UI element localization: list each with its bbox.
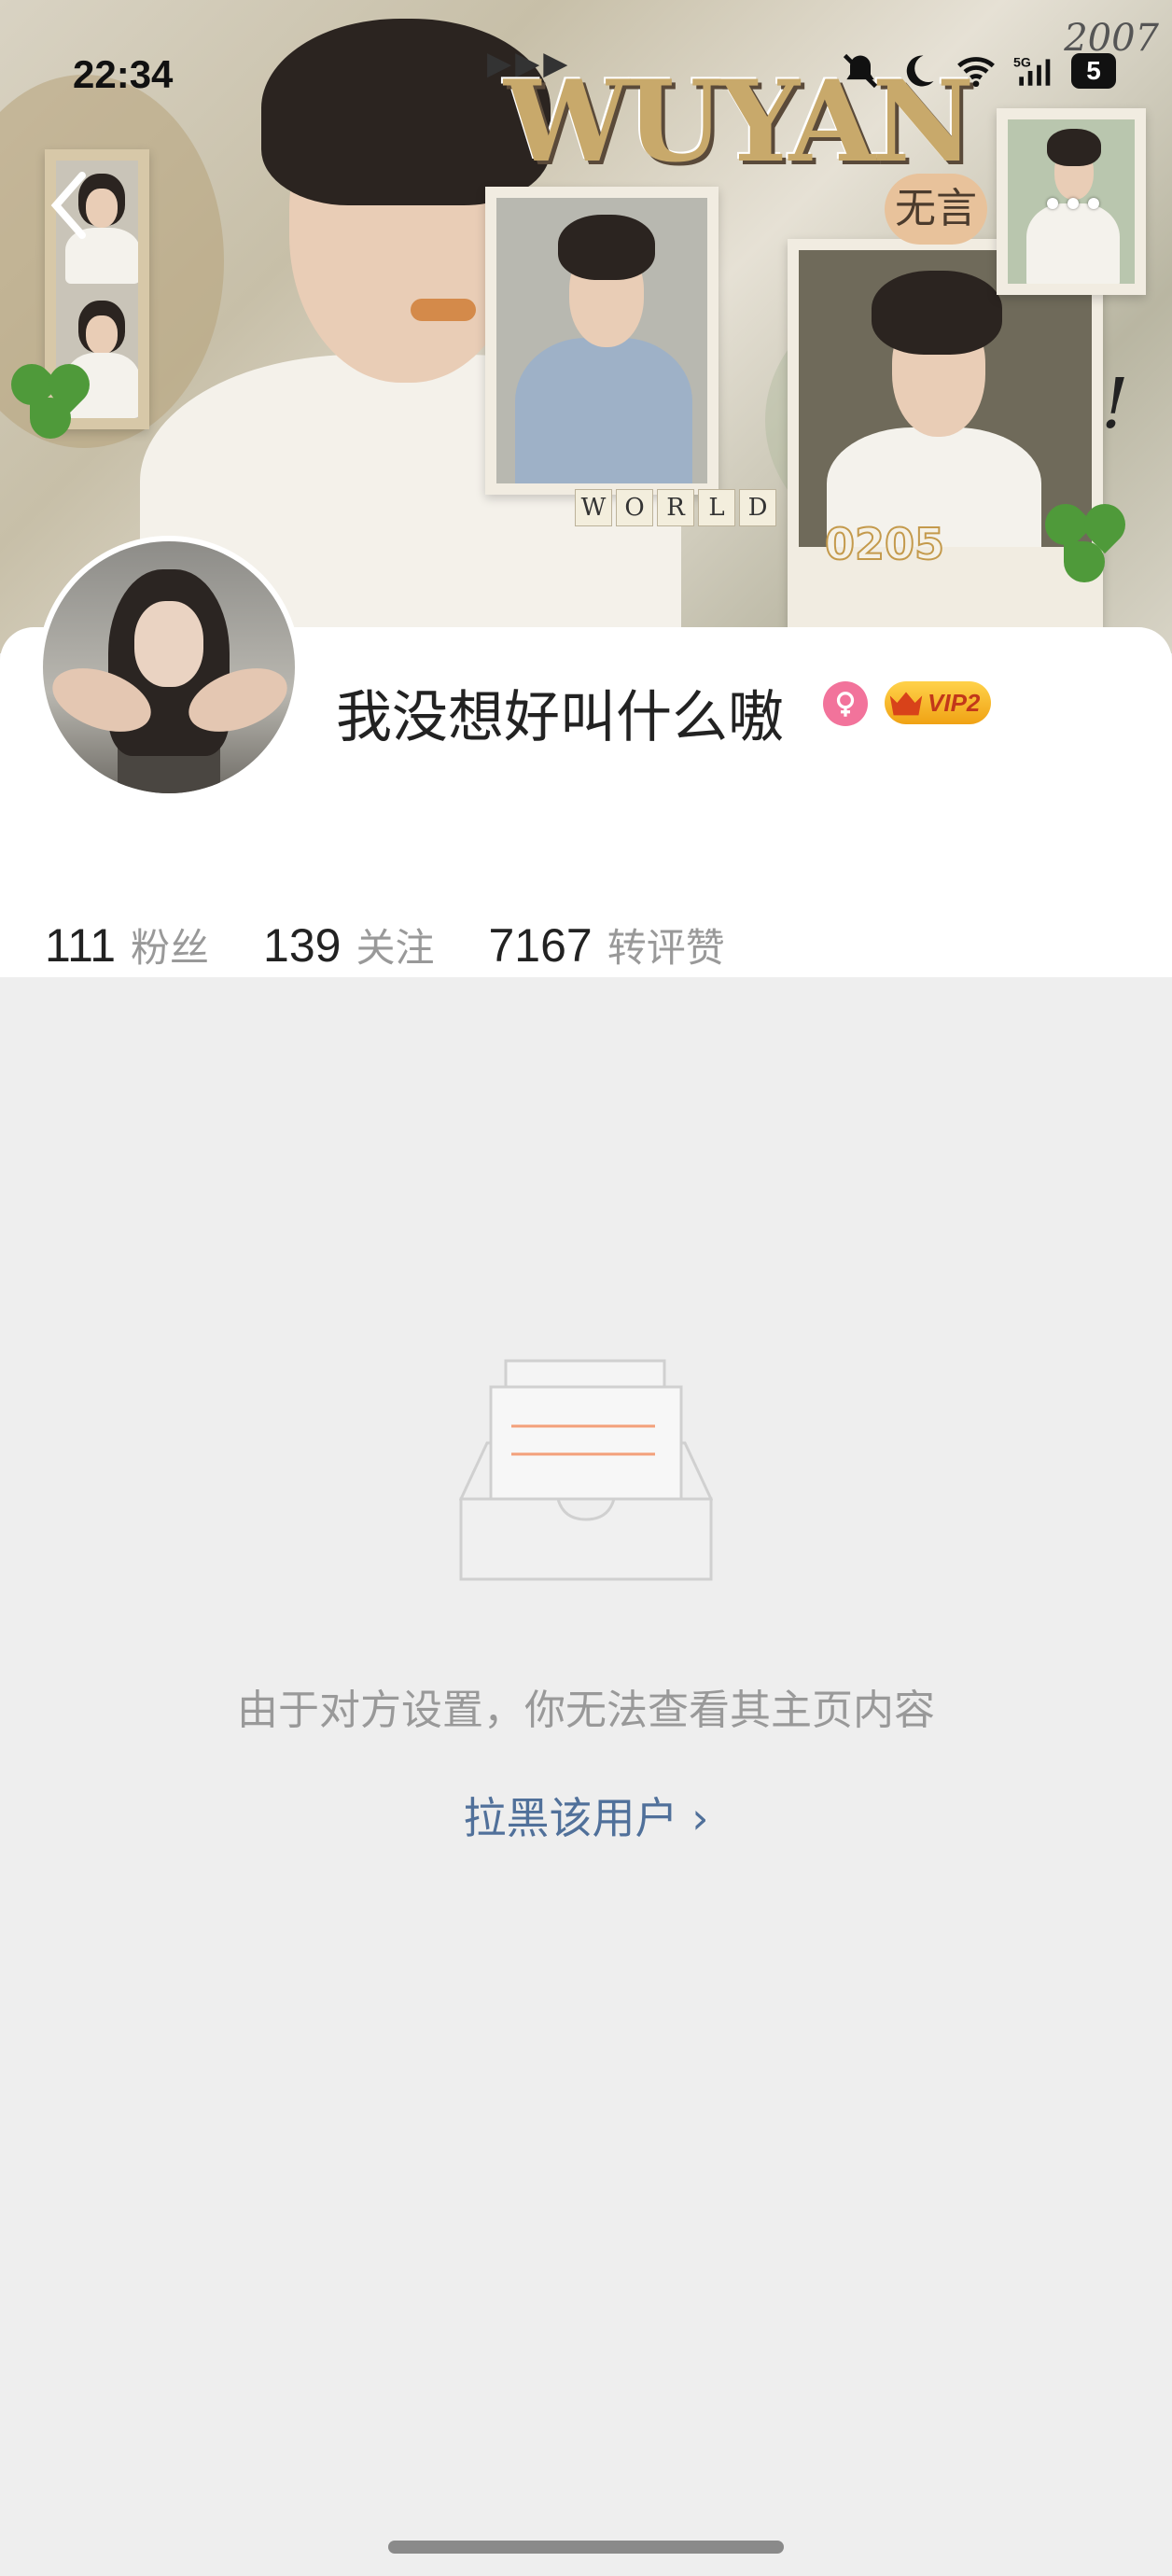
more-dots-icon	[1088, 198, 1099, 209]
crown-icon	[889, 692, 923, 716]
stat-following[interactable]: 139 关注	[263, 917, 434, 973]
home-indicator[interactable]	[388, 2541, 784, 2554]
stat-interactions[interactable]: 7167 转评赞	[488, 917, 724, 973]
status-time: 22:34	[73, 52, 174, 96]
exclamation-decor: !	[1101, 364, 1129, 444]
username: 我没想好叫什么嗷	[336, 685, 784, 750]
banner-number: 0205	[824, 518, 945, 570]
moon-icon	[906, 55, 934, 87]
tile: L	[698, 489, 735, 526]
profile-stats: 111 粉丝 139 关注 7167 转评赞	[45, 917, 779, 973]
status-icons: 5G 5	[840, 50, 1116, 91]
more-dots-icon	[1047, 198, 1058, 209]
avatar[interactable]	[43, 541, 295, 793]
empty-inbox-icon	[459, 1359, 713, 1581]
back-button[interactable]	[41, 168, 97, 243]
banner-photo	[485, 187, 719, 495]
tile: O	[616, 489, 653, 526]
stat-label: 转评赞	[607, 925, 725, 971]
more-dots-icon	[1067, 198, 1079, 209]
stat-value: 111	[45, 919, 117, 972]
block-user-link[interactable]: 拉黑该用户 ›	[0, 1785, 1172, 1846]
clover-icon	[2, 355, 99, 448]
signal-icon: 5G	[1013, 54, 1051, 86]
battery-indicator: 5	[1071, 53, 1116, 89]
banner-subtitle-art: 无言	[885, 174, 987, 245]
mute-bell-icon	[843, 53, 878, 89]
svg-text:5G: 5G	[1013, 54, 1031, 69]
tile: W	[575, 489, 612, 526]
stat-label: 粉丝	[131, 925, 210, 971]
stat-value: 7167	[488, 919, 593, 972]
wifi-icon	[957, 57, 995, 88]
vip-label: VIP2	[928, 688, 981, 717]
female-gender-icon	[823, 681, 868, 726]
vip-badge[interactable]: VIP2	[885, 681, 991, 724]
stat-followers[interactable]: 111 粉丝	[45, 917, 209, 973]
clover-icon	[1036, 495, 1138, 597]
word-tiles: W O R L D	[575, 489, 776, 526]
more-button[interactable]	[1047, 185, 1112, 222]
stat-label: 关注	[356, 925, 435, 971]
tile: R	[657, 489, 694, 526]
tile: D	[739, 489, 776, 526]
private-profile-message: 由于对方设置，你无法查看其主页内容	[237, 1687, 935, 1734]
stat-value: 139	[263, 919, 342, 972]
